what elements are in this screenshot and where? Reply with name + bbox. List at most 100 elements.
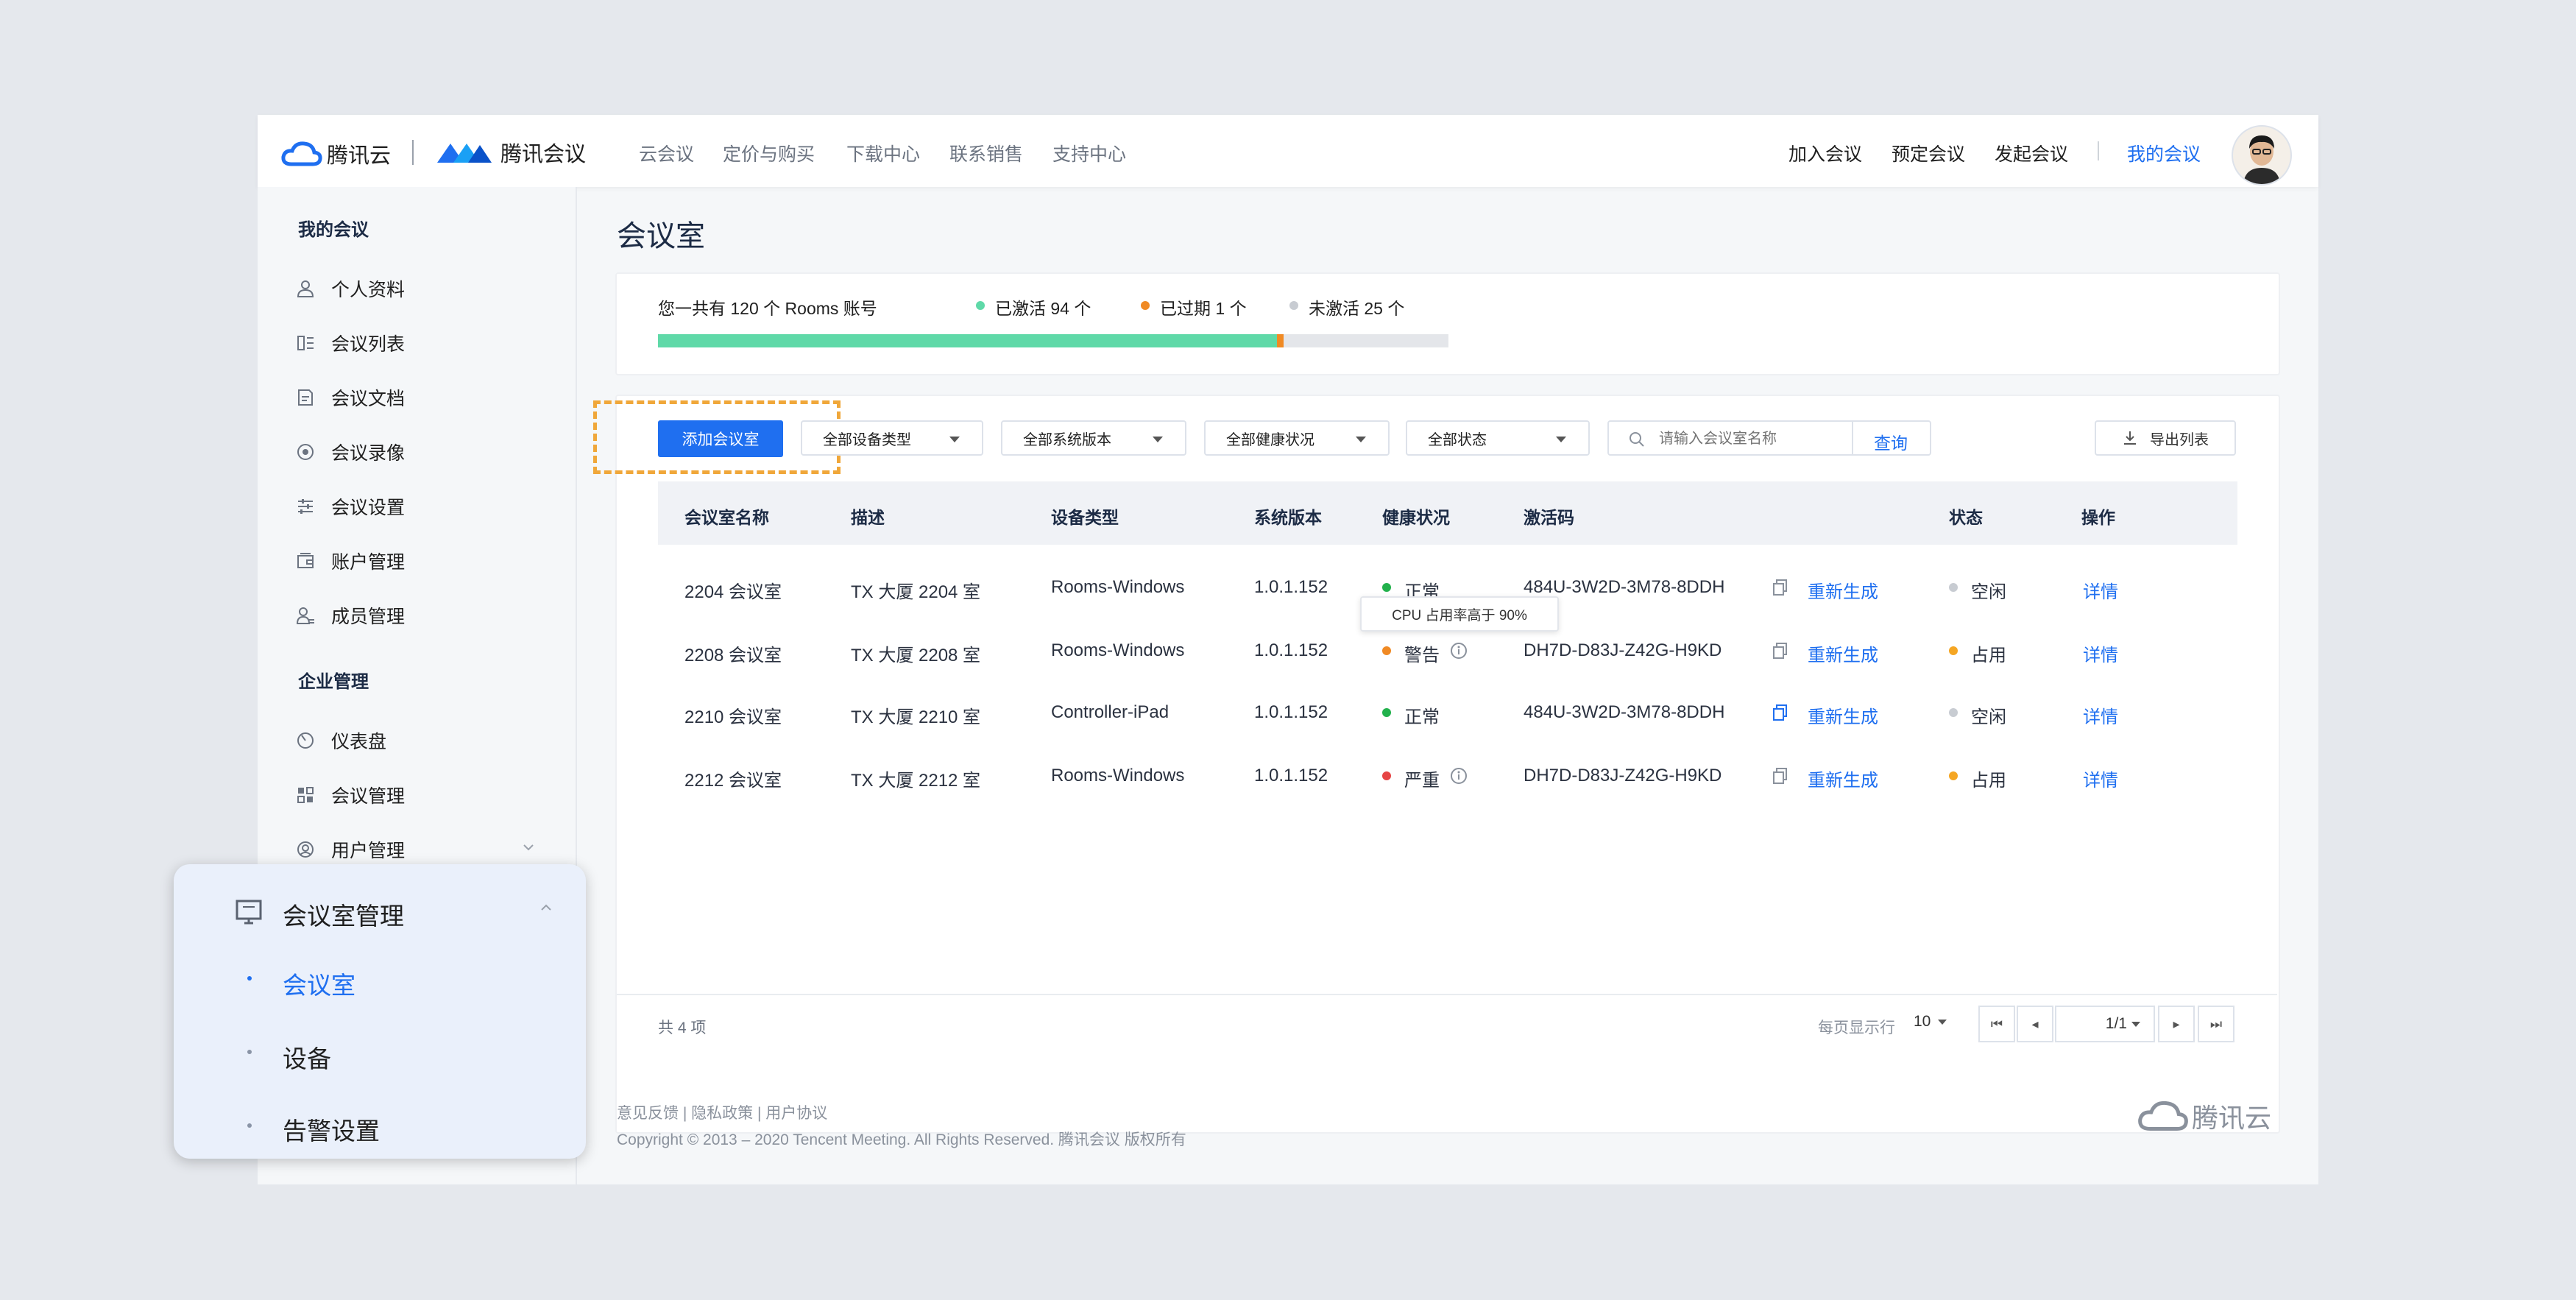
first-page-icon: ⏮ (1990, 1016, 2003, 1031)
room-status: 占用 (1971, 771, 2006, 791)
export-list-button[interactable]: 导出列表 (2095, 420, 2236, 456)
copy-icon[interactable] (1772, 704, 1788, 721)
nav-pricing[interactable]: 定价与购买 (723, 140, 815, 166)
sidebar-item-dashboard[interactable]: 仪表盘 (296, 727, 386, 754)
system-version-filter[interactable]: 全部系统版本 (1001, 420, 1186, 456)
sidebar-item-label: 用户管理 (331, 841, 406, 861)
col-header-version: 系统版本 (1254, 508, 1322, 527)
user-icon (297, 280, 314, 297)
submenu-item-alert-settings[interactable]: 告警设置 (283, 1112, 380, 1147)
sidebar-item-recordings[interactable]: 会议录像 (296, 439, 405, 465)
activation-code: 484U-3W2D-3M78-8DDH (1524, 577, 1725, 597)
prev-page-button[interactable]: ◂ (2017, 1006, 2053, 1042)
detail-link[interactable]: 详情 (2083, 702, 2118, 728)
sidebar-item-meeting-management[interactable]: 会议管理 (296, 782, 405, 808)
health-status: 严重 (1404, 771, 1440, 791)
start-meeting-link[interactable]: 发起会议 (1995, 140, 2068, 166)
first-page-button[interactable]: ⏮ (1978, 1006, 2015, 1042)
room-name: 2210 会议室 (684, 707, 782, 727)
regenerate-link[interactable]: 重新生成 (1808, 640, 1878, 666)
footer-links[interactable]: 意见反馈 | 隐私政策 | 用户协议 (617, 1101, 827, 1123)
total-items: 共 4 项 (658, 1020, 707, 1036)
bullet-dot (247, 1123, 252, 1128)
top-header: 腾讯云 腾讯会议 云会议 定价与购买 下载中心 联系销售 支持中心 加入会议 预… (258, 115, 2318, 187)
status-dot (1949, 771, 1958, 780)
add-room-button[interactable]: 添加会议室 (658, 420, 783, 457)
tencent-meeting-logo[interactable]: 腾讯会议 (434, 137, 586, 168)
detail-link[interactable]: 详情 (2083, 640, 2118, 666)
sidebar-item-label: 会议文档 (331, 389, 406, 409)
sidebar-item-label: 会议管理 (331, 786, 406, 807)
copy-icon[interactable] (1772, 579, 1788, 596)
activated-count: 已激活 94 个 (995, 299, 1091, 318)
cloud-logo-icon (2138, 1101, 2188, 1131)
room-name: 2208 会议室 (684, 646, 782, 665)
info-icon[interactable] (1450, 642, 1468, 660)
nav-support[interactable]: 支持中心 (1052, 140, 1126, 166)
detail-link[interactable]: 详情 (2083, 766, 2118, 791)
info-icon[interactable] (1450, 767, 1468, 785)
caret-down-icon (1153, 437, 1163, 442)
health-status: 正常 (1404, 707, 1440, 727)
last-page-button[interactable]: ⏭ (2198, 1006, 2234, 1042)
copy-icon[interactable] (1772, 642, 1788, 660)
detail-link[interactable]: 详情 (2083, 577, 2118, 603)
search-input[interactable] (1657, 426, 1837, 451)
sidebar-item-members[interactable]: 成员管理 (296, 602, 405, 629)
members-icon (296, 607, 314, 624)
system-version: 1.0.1.152 (1254, 577, 1328, 597)
tencent-cloud-logo[interactable]: 腾讯云 (281, 138, 391, 169)
per-page-label: 每页显示行 (1818, 1020, 1895, 1036)
submenu-item-devices[interactable]: 设备 (283, 1039, 331, 1075)
page-input[interactable]: 1/1 (2055, 1006, 2155, 1042)
regenerate-link[interactable]: 重新生成 (1808, 577, 1878, 603)
submenu-title[interactable]: 会议室管理 (283, 897, 404, 932)
copy-icon[interactable] (1772, 767, 1788, 785)
join-meeting-link[interactable]: 加入会议 (1788, 140, 1862, 166)
room-status: 占用 (1971, 646, 2006, 665)
nav-contact-sales[interactable]: 联系销售 (949, 140, 1023, 166)
regenerate-link[interactable]: 重新生成 (1808, 702, 1878, 728)
col-header-health: 健康状况 (1382, 508, 1450, 527)
inactive-count: 未激活 25 个 (1309, 299, 1405, 318)
col-header-desc: 描述 (851, 508, 885, 527)
health-filter[interactable]: 全部健康状况 (1204, 420, 1390, 456)
sidebar-item-meeting-list[interactable]: 会议列表 (296, 330, 405, 356)
per-page-select[interactable]: 10 (1914, 1013, 1947, 1031)
eye-user-icon (297, 841, 314, 858)
col-header-device: 设备类型 (1051, 508, 1119, 527)
sidebar-item-label: 个人资料 (331, 280, 406, 300)
nav-cloud-meeting[interactable]: 云会议 (639, 140, 694, 166)
activated-bar-segment (658, 334, 1277, 347)
caret-down-icon (1556, 437, 1566, 442)
submenu-item-rooms[interactable]: 会议室 (283, 966, 355, 1001)
sidebar-item-settings[interactable]: 会议设置 (296, 493, 405, 520)
sidebar-item-user-management[interactable]: 用户管理 (296, 836, 405, 863)
avatar[interactable] (2232, 125, 2292, 186)
record-icon (297, 444, 314, 460)
page-title: 会议室 (617, 220, 705, 252)
sidebar-item-profile[interactable]: 个人资料 (296, 275, 405, 302)
status-filter[interactable]: 全部状态 (1406, 420, 1590, 456)
sidebar-item-label: 仪表盘 (331, 732, 387, 752)
search-button[interactable]: 查询 (1874, 429, 1908, 454)
next-page-button[interactable]: ▸ (2158, 1006, 2195, 1042)
caret-down-icon (949, 437, 960, 442)
list-icon (297, 336, 314, 350)
expired-dot (1141, 301, 1150, 310)
sidebar-item-account[interactable]: 账户管理 (296, 548, 405, 574)
health-tooltip: CPU 占用率高于 90% (1360, 596, 1559, 632)
my-meetings-link[interactable]: 我的会议 (2127, 140, 2201, 166)
nav-download[interactable]: 下载中心 (846, 140, 920, 166)
sidebar-item-documents[interactable]: 会议文档 (296, 384, 405, 411)
summary-card (615, 272, 2280, 375)
sidebar-item-label: 账户管理 (331, 552, 406, 573)
activation-code: 484U-3W2D-3M78-8DDH (1524, 702, 1725, 722)
regenerate-link[interactable]: 重新生成 (1808, 766, 1878, 791)
chevron-up-icon[interactable] (539, 902, 553, 913)
schedule-meeting-link[interactable]: 预定会议 (1892, 140, 1965, 166)
prev-page-icon: ◂ (2031, 1016, 2039, 1031)
chevron-down-icon[interactable] (521, 842, 536, 852)
document-icon (298, 389, 313, 406)
device-type-filter[interactable]: 全部设备类型 (801, 420, 983, 456)
